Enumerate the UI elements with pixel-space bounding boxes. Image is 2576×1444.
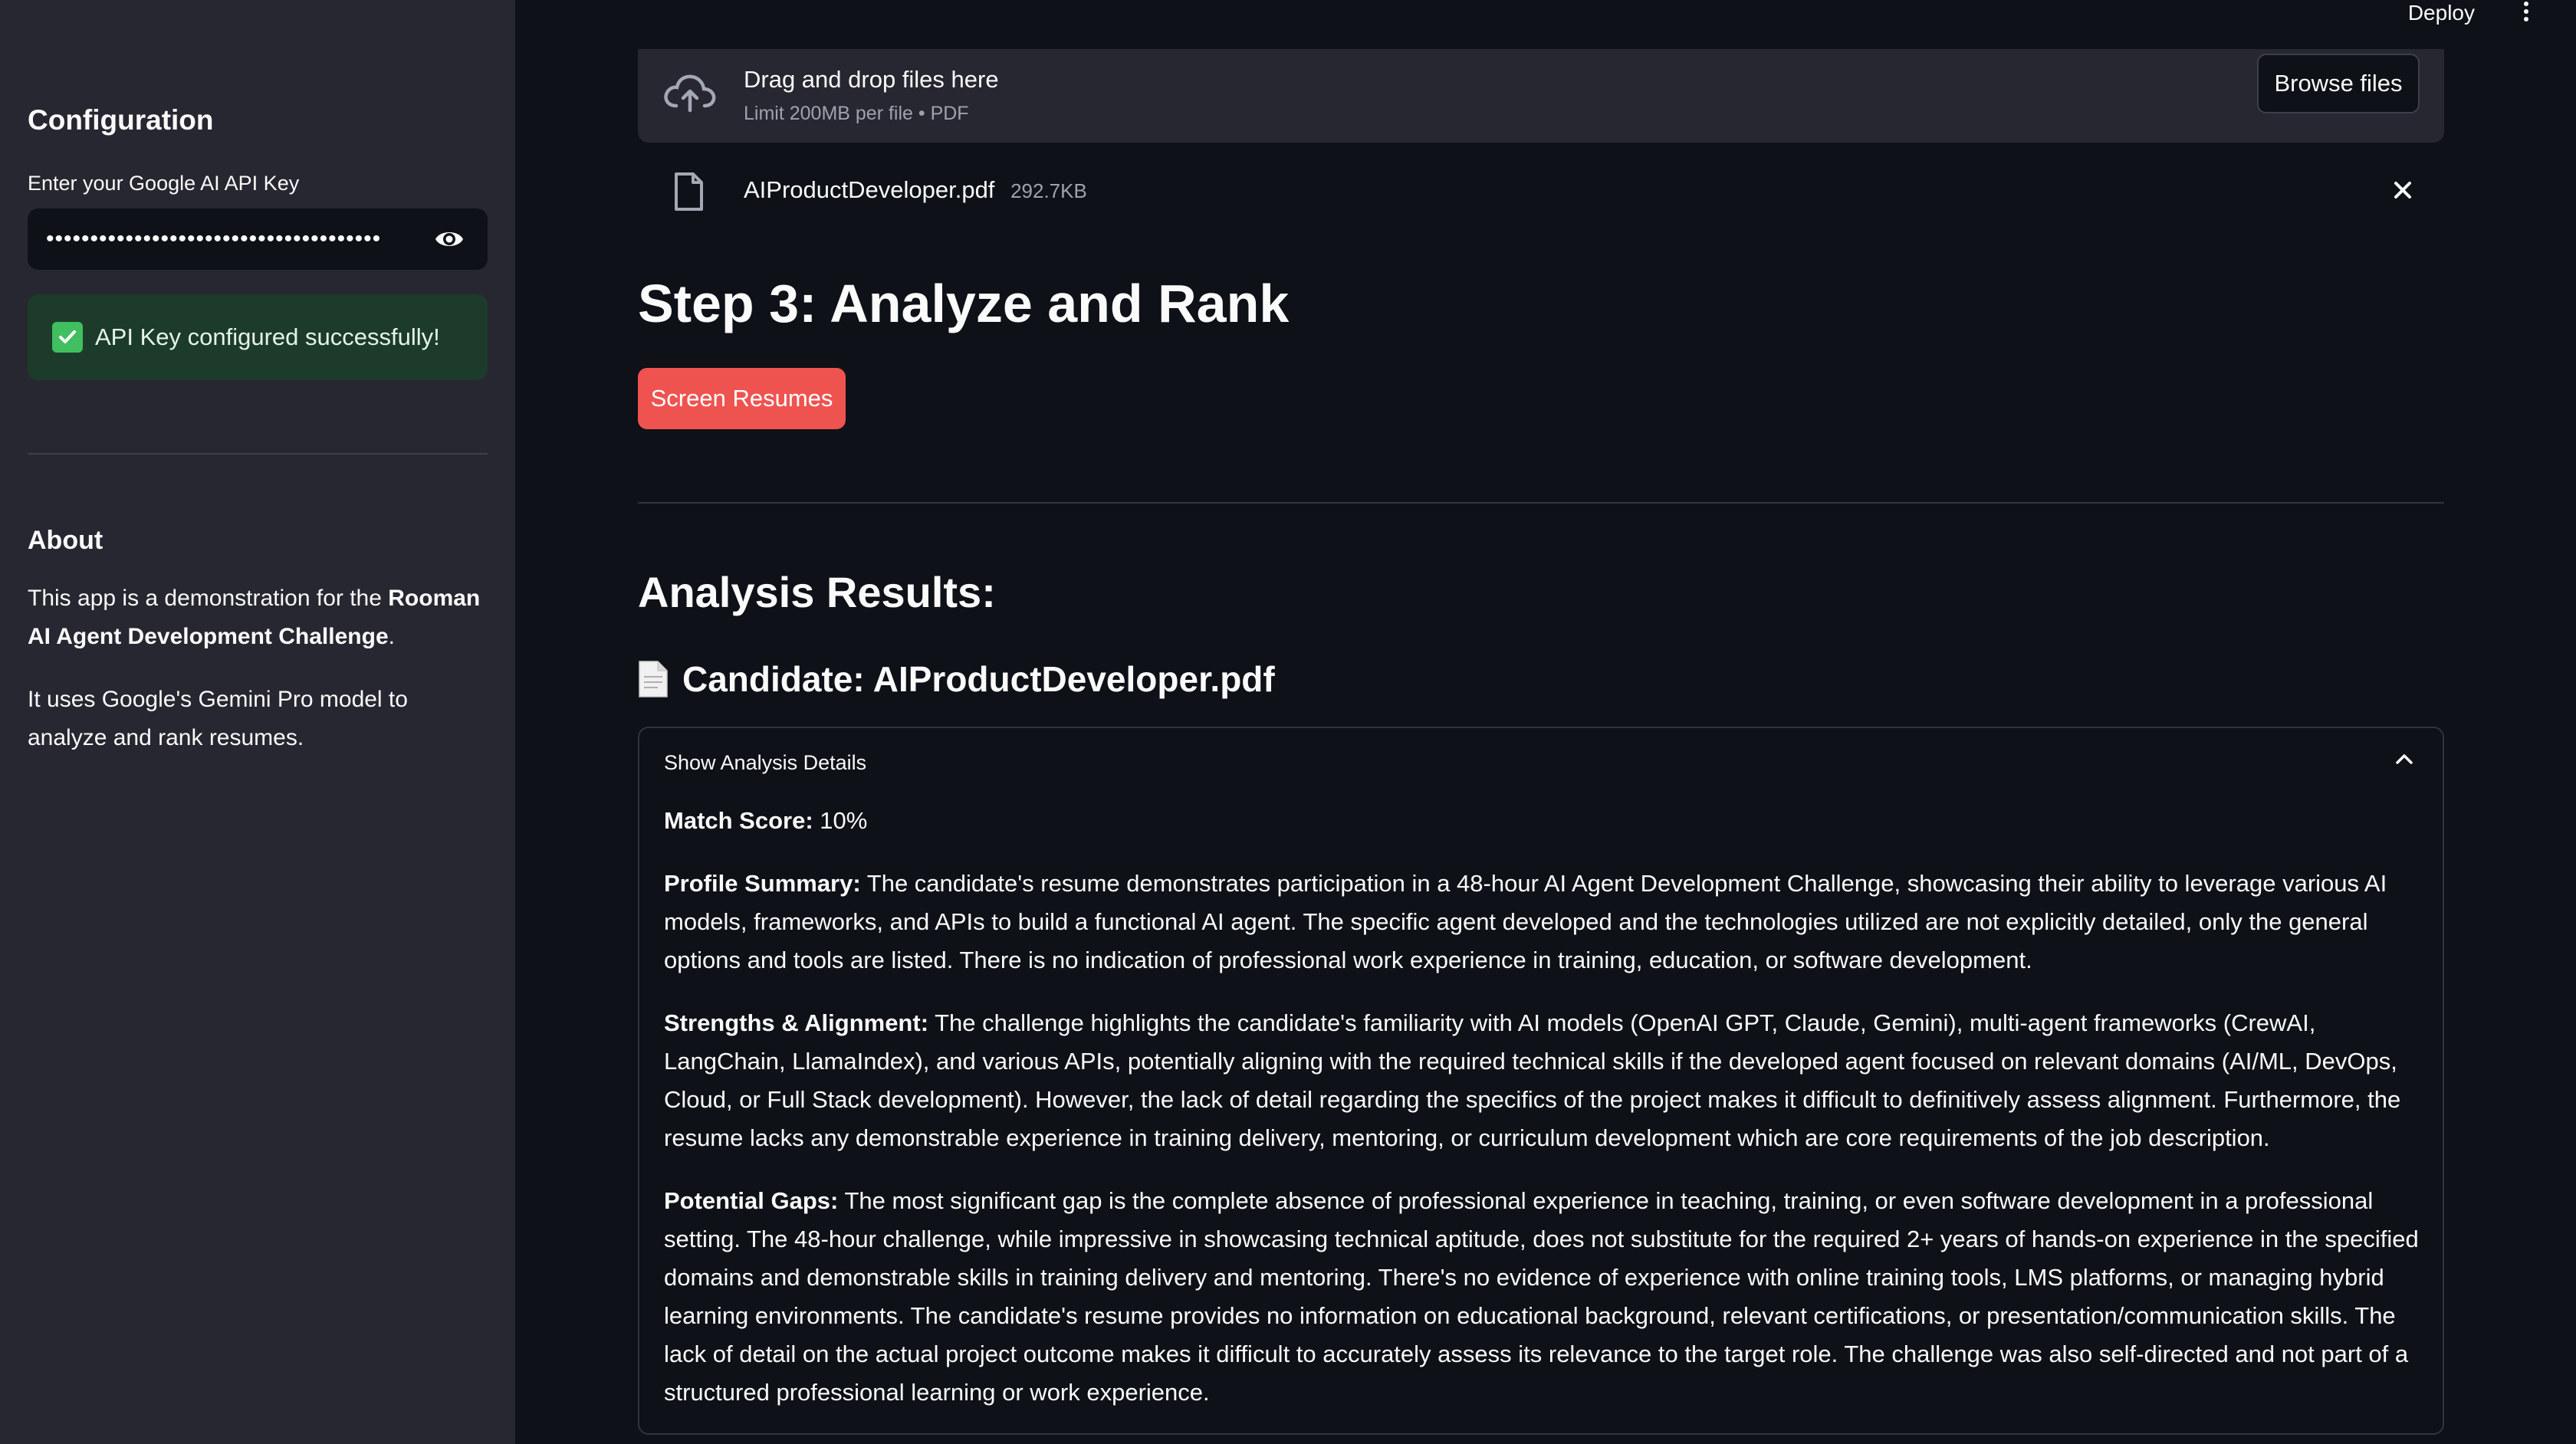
match-score-value: 10% xyxy=(820,807,868,834)
browse-files-button[interactable]: Browse files xyxy=(2257,54,2420,113)
file-uploader-dropzone[interactable]: Drag and drop files here Limit 200MB per… xyxy=(638,49,2444,143)
profile-summary: Profile Summary: The candidate's resume … xyxy=(664,865,2420,980)
upload-title: Drag and drop files here xyxy=(744,66,999,93)
chevron-up-icon[interactable] xyxy=(2394,751,2415,766)
api-key-label: Enter your Google AI API Key xyxy=(28,172,300,195)
strengths-alignment: Strengths & Alignment: The challenge hig… xyxy=(664,1004,2420,1157)
step-3-title: Step 3: Analyze and Rank xyxy=(638,274,1290,333)
screen-resumes-button[interactable]: Screen Resumes xyxy=(638,368,846,429)
success-message: API Key configured successfully! xyxy=(95,323,440,350)
api-key-field[interactable] xyxy=(28,208,488,270)
kebab-menu-icon[interactable] xyxy=(2522,0,2530,26)
sidebar-heading: Configuration xyxy=(28,104,214,136)
deploy-button[interactable]: Deploy xyxy=(2408,0,2475,26)
candidate-title: Candidate: AIProductDeveloper.pdf xyxy=(682,659,1275,699)
about-p1-prefix: This app is a demonstration for the xyxy=(28,586,389,611)
eye-icon[interactable] xyxy=(432,225,466,253)
app-root: Configuration Enter your Google AI API K… xyxy=(0,0,2576,1444)
analysis-expander: Show Analysis Details Match Score: 10% P… xyxy=(638,727,2444,1435)
check-icon xyxy=(52,322,83,353)
file-name-text: AIProductDeveloper.pdf xyxy=(744,176,995,203)
about-paragraph-2: It uses Google's Gemini Pro model to ana… xyxy=(28,687,408,750)
results-title: Analysis Results: xyxy=(638,568,996,616)
gaps-label: Potential Gaps: xyxy=(664,1187,839,1214)
cloud-upload-icon xyxy=(659,63,721,124)
match-score: Match Score: 10% xyxy=(664,802,2420,840)
candidate-heading: Candidate: AIProductDeveloper.pdf xyxy=(638,656,1275,702)
main-divider xyxy=(638,502,2444,504)
strengths-label: Strengths & Alignment: xyxy=(664,1009,929,1036)
profile-summary-label: Profile Summary: xyxy=(664,870,861,897)
document-icon xyxy=(638,660,669,698)
file-name: AIProductDeveloper.pdf 292.7KB xyxy=(744,176,1087,204)
sidebar: Configuration Enter your Google AI API K… xyxy=(0,0,515,1444)
expander-body: Match Score: 10% Profile Summary: The ca… xyxy=(664,802,2420,1436)
close-icon[interactable] xyxy=(2389,176,2417,204)
profile-summary-text: The candidate's resume demonstrates part… xyxy=(664,870,2387,973)
success-alert: API Key configured successfully! xyxy=(28,294,488,380)
uploaded-file-row: AIProductDeveloper.pdf 292.7KB xyxy=(638,164,2444,218)
about-p1-suffix: . xyxy=(388,624,395,649)
about-paragraph-1: This app is a demonstration for the Room… xyxy=(28,579,488,656)
file-icon xyxy=(673,172,704,212)
upload-hint: Limit 200MB per file • PDF xyxy=(744,103,969,124)
about-heading: About xyxy=(28,526,104,555)
gaps-text: The most significant gap is the complete… xyxy=(664,1187,2419,1406)
expander-header[interactable]: Show Analysis Details xyxy=(664,751,866,775)
match-score-label: Match Score: xyxy=(664,807,813,834)
api-key-input[interactable] xyxy=(46,208,399,270)
file-size: 292.7KB xyxy=(1010,179,1087,202)
potential-gaps: Potential Gaps: The most significant gap… xyxy=(664,1182,2420,1412)
sidebar-divider xyxy=(28,453,488,455)
